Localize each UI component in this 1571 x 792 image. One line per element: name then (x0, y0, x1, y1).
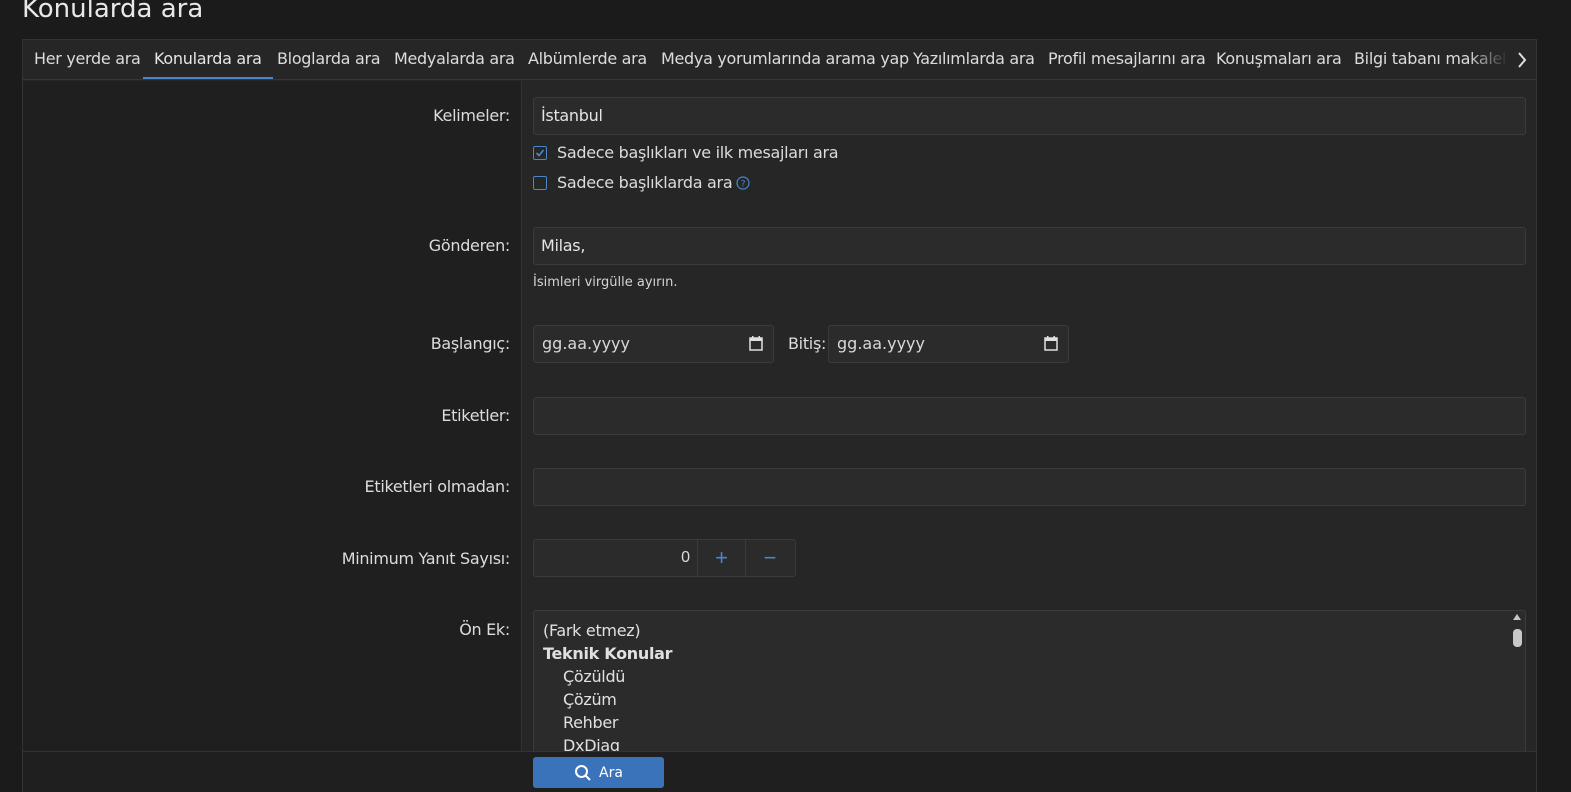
min-replies-label: Minimum Yanıt Sayısı: (341, 549, 511, 568)
checkbox-unchecked[interactable] (533, 175, 547, 190)
title-first-checkbox[interactable]: Sadece başlıkları ve ilk mesajları ara (533, 143, 839, 162)
list-item[interactable]: (Fark etmez) (543, 621, 641, 640)
tab-everywhere[interactable]: Her yerde ara (23, 40, 152, 79)
prefix-label: Ön Ek: (459, 620, 510, 639)
scroll-up-icon[interactable] (1513, 614, 1521, 620)
title-only-label: Sadece başlıklarda ara (557, 173, 733, 192)
tab-blogs[interactable]: Bloglarda ara (266, 40, 391, 79)
min-replies-stepper: 0 + − (533, 539, 796, 577)
tags-label: Etiketler: (441, 406, 510, 425)
keywords-label: Kelimeler: (433, 106, 510, 125)
checkbox-checked[interactable] (533, 145, 547, 160)
form-footer: Ara (23, 751, 1536, 792)
tab-software[interactable]: Yazılımlarda ara (902, 40, 1046, 79)
decrement-button[interactable]: − (746, 540, 794, 576)
tab-media-comments[interactable]: Medya yorumlarında arama yap (650, 40, 920, 79)
start-date-label: Başlangıç: (430, 334, 511, 353)
title-only-checkbox[interactable]: Sadece başlıklarda ara ? (533, 173, 750, 192)
search-page: Konularda ara Her yerde ara Konularda ar… (0, 0, 1571, 792)
list-item[interactable]: Rehber (563, 713, 618, 732)
page-title: Konularda ara (22, 0, 204, 24)
end-date-label: Bitiş: (788, 334, 827, 353)
search-tabs: Her yerde ara Konularda ara Bloglarda ar… (23, 40, 1536, 80)
list-group-header: Teknik Konular (543, 644, 673, 663)
tab-media[interactable]: Medyalarda ara (383, 40, 526, 79)
tabs-next-button[interactable] (1508, 40, 1536, 79)
calendar-icon[interactable] (1044, 336, 1058, 351)
increment-button[interactable]: + (698, 540, 746, 576)
tab-conversations[interactable]: Konuşmaları ara (1205, 40, 1353, 79)
help-icon[interactable]: ? (736, 175, 750, 190)
start-date-placeholder: gg.aa.yyyy (542, 334, 630, 353)
without-tags-label: Etiketleri olmadan: (364, 477, 511, 496)
tab-profile-posts[interactable]: Profil mesajlarını ara (1037, 40, 1217, 79)
title-first-label: Sadece başlıkları ve ilk mesajları ara (557, 143, 839, 162)
tab-albums[interactable]: Albümlerde ara (517, 40, 658, 79)
search-button[interactable]: Ara (533, 757, 664, 788)
chevron-right-icon (1518, 52, 1527, 68)
calendar-icon[interactable] (749, 336, 763, 351)
posted-by-input[interactable]: Milas, (533, 227, 1526, 265)
scrollbar-thumb[interactable] (1513, 629, 1522, 647)
end-date-placeholder: gg.aa.yyyy (837, 334, 925, 353)
list-item[interactable]: Çözüldü (563, 667, 625, 686)
tags-input[interactable] (533, 397, 1526, 435)
list-item[interactable]: Çözüm (563, 690, 617, 709)
svg-text:?: ? (741, 179, 746, 189)
posted-by-label: Gönderen: (428, 236, 511, 255)
posted-by-hint: İsimleri virgülle ayırın. (533, 275, 678, 290)
start-date-input[interactable]: gg.aa.yyyy (533, 325, 774, 363)
search-icon (575, 764, 591, 781)
prefix-listbox[interactable]: (Fark etmez) Teknik Konular Çözüldü Çözü… (533, 610, 1526, 760)
tab-threads[interactable]: Konularda ara (143, 40, 273, 79)
search-panel: Her yerde ara Konularda ara Bloglarda ar… (22, 39, 1537, 792)
min-replies-value[interactable]: 0 (534, 540, 698, 576)
keywords-input[interactable]: İstanbul (533, 97, 1526, 135)
end-date-input[interactable]: gg.aa.yyyy (828, 325, 1069, 363)
search-button-label: Ara (599, 764, 623, 781)
check-icon (535, 148, 545, 157)
without-tags-input[interactable] (533, 468, 1526, 506)
